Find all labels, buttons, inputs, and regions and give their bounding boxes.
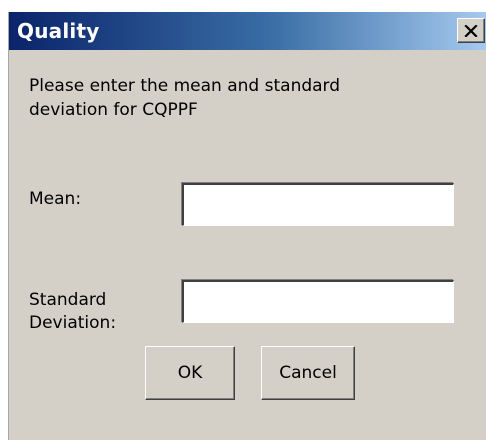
standard-deviation-label: Standard Deviation: (29, 289, 169, 335)
cancel-button-label: Cancel (279, 363, 337, 383)
title-bar[interactable]: Quality (9, 12, 486, 50)
instruction-text: Please enter the mean and standard devia… (29, 74, 429, 122)
mean-input[interactable] (182, 183, 454, 226)
mean-label: Mean: (29, 189, 82, 209)
instruction-line-1: Please enter the mean and standard (29, 76, 341, 96)
dialog-title: Quality (17, 19, 100, 43)
close-icon (464, 24, 478, 37)
close-button[interactable] (457, 18, 485, 43)
cancel-button[interactable]: Cancel (261, 346, 355, 400)
standard-deviation-label-line-2: Deviation: (29, 313, 117, 333)
standard-deviation-input[interactable] (182, 280, 454, 323)
standard-deviation-label-line-1: Standard (29, 290, 107, 310)
ok-button[interactable]: OK (145, 346, 235, 400)
instruction-line-2: deviation for CQPPF (29, 100, 198, 120)
ok-button-label: OK (177, 363, 203, 383)
quality-dialog: Quality Please enter the mean and standa… (8, 12, 486, 440)
